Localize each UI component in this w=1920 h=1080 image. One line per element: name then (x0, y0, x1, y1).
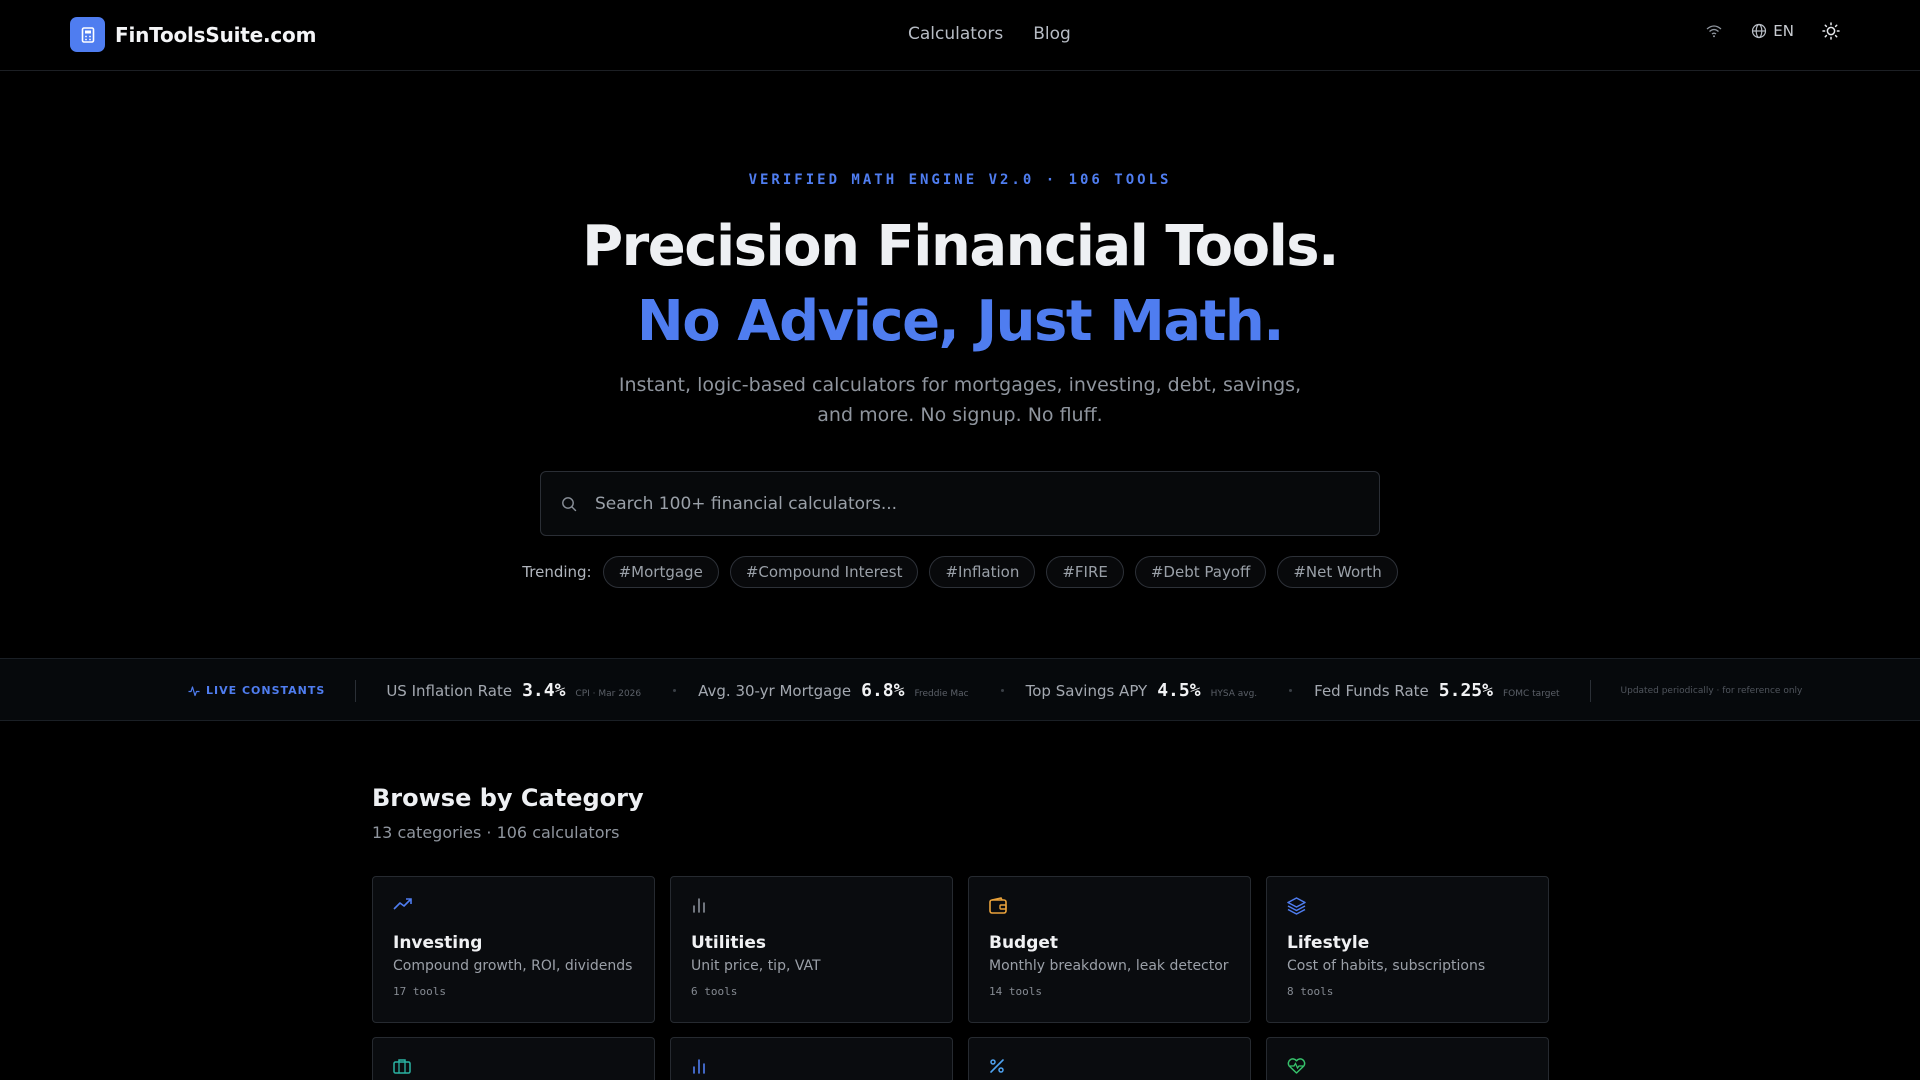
wallet-icon (989, 897, 1007, 914)
search-icon (561, 496, 577, 512)
category-desc: Cost of habits, subscriptions (1287, 958, 1486, 974)
constant-source: HYSA avg. (1210, 689, 1258, 699)
language-label: EN (1773, 22, 1794, 40)
constant-label: Avg. 30-yr Mortgage (698, 682, 852, 700)
percent-icon (989, 1058, 1005, 1074)
constant-mortgage-rate: Avg. 30-yr Mortgage 6.8% Freddie Mac (698, 680, 968, 701)
category-desc: Monthly breakdown, leak detector (989, 958, 1229, 974)
category-card[interactable] (1266, 1037, 1549, 1080)
trending-tag-mortgage[interactable]: #Mortgage (602, 556, 719, 588)
constant-label: Top Savings APY (1025, 682, 1148, 700)
constant-value: 6.8% (861, 680, 905, 701)
category-card-utilities[interactable]: Utilities Unit price, tip, VAT 6 tools (670, 876, 953, 1023)
category-name: Lifestyle (1287, 933, 1370, 953)
heart-pulse-icon (1287, 1058, 1306, 1074)
category-name: Investing (393, 933, 483, 953)
category-desc: Unit price, tip, VAT (691, 958, 821, 974)
brand-name: FinToolsSuite.com (115, 22, 317, 47)
wifi-icon (1705, 24, 1723, 38)
live-constants-bar: LIVE CONSTANTS US Inflation Rate 3.4% CP… (0, 658, 1920, 721)
trending-tag-debt-payoff[interactable]: #Debt Payoff (1134, 556, 1267, 588)
calculator-icon (70, 17, 105, 52)
search-box (540, 471, 1380, 536)
globe-icon (1751, 23, 1767, 39)
category-card-budget[interactable]: Budget Monthly breakdown, leak detector … (968, 876, 1251, 1023)
divider (355, 679, 357, 702)
search-input[interactable] (595, 493, 1379, 514)
bar-chart-icon (691, 897, 707, 913)
category-card[interactable] (968, 1037, 1251, 1080)
trending-tag-fire[interactable]: #FIRE (1046, 556, 1124, 588)
constant-savings-apy: Top Savings APY 4.5% HYSA avg. (1026, 680, 1258, 701)
category-card[interactable] (670, 1037, 953, 1080)
constant-source: FOMC target (1502, 689, 1560, 699)
brand-logo-link[interactable]: FinToolsSuite.com (70, 17, 316, 52)
category-count: 14 tools (989, 985, 1042, 998)
trending-up-icon (393, 897, 413, 911)
language-selector[interactable]: EN (1751, 22, 1794, 40)
trending-tags: Trending: #Mortgage #Compound Interest #… (0, 556, 1920, 588)
category-count: 17 tools (393, 985, 446, 998)
trending-label: Trending: (522, 563, 592, 581)
hero-subtitle-line1: Instant, logic-based calculators for mor… (618, 374, 1302, 396)
hero-eyebrow: VERIFIED MATH ENGINE V2.0 · 106 TOOLS (748, 172, 1172, 188)
constant-source: Freddie Mac (914, 689, 969, 699)
live-constants-label: LIVE CONSTANTS (206, 684, 326, 697)
hero-title-accent: No Advice, Just Math. (636, 289, 1285, 354)
constant-value: 4.5% (1157, 680, 1201, 701)
activity-icon (188, 685, 200, 697)
hero-title: Precision Financial Tools. (582, 214, 1339, 279)
updated-note: Updated periodically · for reference onl… (1620, 685, 1803, 696)
categories-title: Browse by Category (372, 784, 644, 812)
constant-source: CPI · Mar 2026 (575, 689, 642, 699)
category-name: Budget (989, 933, 1059, 953)
category-card-lifestyle[interactable]: Lifestyle Cost of habits, subscriptions … (1266, 876, 1549, 1023)
separator-dot (1000, 689, 1004, 692)
header-actions: EN (1705, 22, 1840, 40)
bar-chart-icon (691, 1058, 707, 1074)
hero-subtitle-line2: and more. No signup. No fluff. (817, 404, 1103, 426)
live-constants-badge: LIVE CONSTANTS (188, 684, 325, 697)
main-nav: Calculators Blog (908, 24, 1071, 44)
category-count: 6 tools (691, 985, 738, 998)
layers-icon (1287, 897, 1306, 915)
briefcase-icon (393, 1058, 411, 1074)
category-desc: Compound growth, ROI, dividends (393, 958, 633, 974)
constant-label: Fed Funds Rate (1314, 682, 1429, 700)
constant-us-inflation: US Inflation Rate 3.4% CPI · Mar 2026 (386, 680, 641, 701)
nav-calculators-link[interactable]: Calculators (908, 24, 1003, 44)
constant-value: 3.4% (522, 680, 566, 701)
nav-blog-link[interactable]: Blog (1033, 24, 1071, 44)
trending-tag-net-worth[interactable]: #Net Worth (1277, 556, 1398, 588)
divider (1589, 679, 1591, 702)
category-card-investing[interactable]: Investing Compound growth, ROI, dividend… (372, 876, 655, 1023)
trending-tag-compound-interest[interactable]: #Compound Interest (729, 556, 919, 588)
theme-toggle-sun-icon[interactable] (1822, 22, 1840, 40)
separator-dot (673, 689, 677, 692)
category-count: 8 tools (1287, 985, 1334, 998)
categories-subtitle: 13 categories · 106 calculators (372, 823, 620, 842)
constant-fed-funds: Fed Funds Rate 5.25% FOMC target (1314, 680, 1559, 701)
separator-dot (1289, 689, 1293, 692)
constant-label: US Inflation Rate (386, 682, 513, 700)
category-card[interactable] (372, 1037, 655, 1080)
site-header: FinToolsSuite.com Calculators Blog EN (0, 0, 1920, 71)
constant-value: 5.25% (1438, 680, 1493, 701)
category-name: Utilities (691, 933, 767, 953)
hero-subtitle: Instant, logic-based calculators for mor… (610, 370, 1310, 430)
trending-tag-inflation[interactable]: #Inflation (929, 556, 1036, 588)
